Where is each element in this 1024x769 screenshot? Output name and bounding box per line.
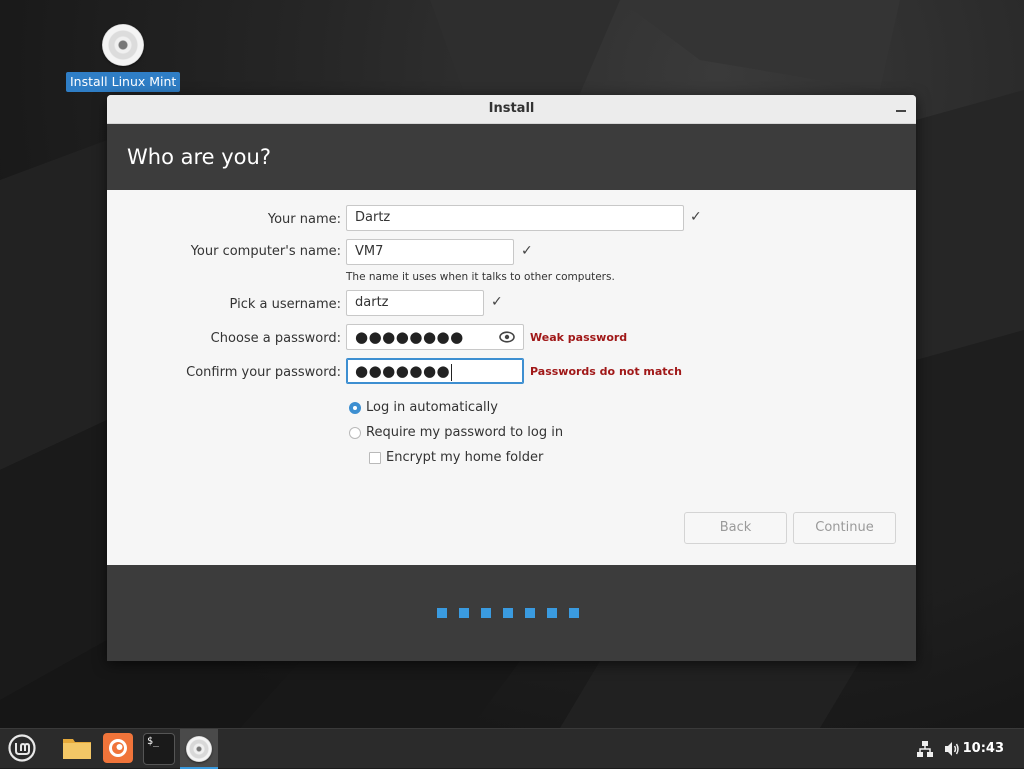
computer-name-check-icon: ✓ (521, 243, 533, 259)
computer-name-hint: The name it uses when it talks to other … (346, 271, 615, 283)
password-field[interactable]: ●●●●●●●● (346, 324, 524, 350)
clock[interactable]: 10:43 (963, 729, 1004, 769)
password-value: ●●●●●●●● (355, 328, 464, 346)
window-titlebar[interactable]: Install (107, 95, 916, 124)
mint-menu-icon[interactable] (6, 733, 38, 763)
name-field[interactable]: Dartz (346, 205, 684, 231)
progress-step (547, 608, 557, 618)
progress-step (569, 608, 579, 618)
password-label: Choose a password: (210, 331, 341, 346)
page-heading: Who are you? (107, 124, 916, 190)
volume-icon[interactable] (943, 740, 961, 758)
encrypt-home-label: Encrypt my home folder (386, 450, 544, 465)
progress-step (459, 608, 469, 618)
username-label: Pick a username: (229, 297, 341, 312)
progress-steps (437, 608, 579, 618)
radio-selected[interactable] (349, 401, 361, 414)
files-icon[interactable] (62, 733, 92, 763)
disc-icon (102, 24, 144, 66)
computer-name-field[interactable]: VM7 (346, 239, 514, 265)
show-password-eye-icon[interactable] (499, 330, 515, 344)
progress-step (437, 608, 447, 618)
confirm-password-value: ●●●●●●● (355, 362, 451, 380)
installer-disc-icon (186, 736, 212, 762)
window-title: Install (488, 101, 535, 116)
password-mismatch-warning: Passwords do not match (530, 365, 682, 378)
taskbar: $_ 10:43 (0, 728, 1024, 769)
radio-unselected[interactable] (349, 426, 361, 439)
minimize-button[interactable] (894, 101, 908, 115)
username-check-icon: ✓ (491, 294, 503, 310)
firefox-icon[interactable] (103, 733, 133, 763)
encrypt-home-option[interactable]: Encrypt my home folder (369, 450, 543, 465)
installer-window: Install Who are you? Your name: Dartz ✓ … (107, 95, 916, 661)
network-icon[interactable] (916, 740, 934, 758)
progress-step (525, 608, 535, 618)
require-password-option[interactable]: Require my password to log in (349, 425, 563, 440)
login-automatically-label: Log in automatically (366, 400, 498, 415)
confirm-password-label: Confirm your password: (186, 365, 341, 380)
continue-button[interactable]: Continue (793, 512, 896, 544)
name-check-icon: ✓ (690, 209, 702, 225)
desktop-icon-install-linux-mint[interactable]: Install Linux Mint (66, 24, 181, 92)
require-password-label: Require my password to log in (366, 425, 564, 440)
username-field[interactable]: dartz (346, 290, 484, 316)
encrypt-home-checkbox[interactable] (369, 451, 381, 464)
user-form: Your name: Dartz ✓ Your computer's name:… (107, 190, 916, 565)
computer-name-label: Your computer's name: (190, 244, 341, 259)
installer-taskbar-button[interactable] (180, 729, 218, 769)
desktop-icon-label: Install Linux Mint (66, 72, 181, 92)
terminal-icon[interactable]: $_ (143, 733, 175, 765)
name-label: Your name: (267, 212, 341, 227)
progress-step (503, 608, 513, 618)
progress-step (481, 608, 491, 618)
back-button[interactable]: Back (684, 512, 787, 544)
installer-footer (107, 565, 916, 661)
password-strength-warning: Weak password (530, 331, 628, 344)
login-automatically-option[interactable]: Log in automatically (349, 400, 498, 415)
text-caret (451, 364, 453, 381)
confirm-password-field[interactable]: ●●●●●●● (346, 358, 524, 384)
